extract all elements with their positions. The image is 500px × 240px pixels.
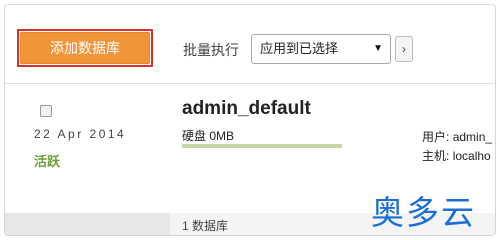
disk-value: 0MB: [209, 129, 235, 143]
watermark-logo: 奥多云: [371, 193, 476, 232]
user-label: 用户:: [422, 130, 450, 144]
database-created-date: 22 Apr 2014: [34, 127, 127, 141]
host-value: localho: [452, 149, 491, 163]
database-count: 1 数据库: [182, 219, 229, 233]
disk-usage-bar: [182, 144, 342, 148]
database-row-checkbox[interactable]: [40, 105, 52, 117]
database-name[interactable]: admin_default: [182, 98, 311, 120]
status-badge: 活跃: [34, 154, 61, 169]
disk-usage-label: 硬盘 0MB: [182, 127, 234, 144]
bulk-action-go-button[interactable]: ›: [395, 36, 413, 62]
toolbar: 添加数据库 批量执行 应用到已选择 ▼ ›: [5, 5, 495, 84]
bulk-action-select-value: 应用到已选择: [260, 41, 339, 56]
bulk-action-label: 批量执行: [183, 42, 239, 58]
disk-label: 硬盘: [182, 129, 207, 143]
database-user: 用户: admin_: [422, 128, 492, 145]
chevron-down-icon: ▼: [373, 43, 383, 54]
footer-left-band: [5, 213, 170, 235]
add-database-button[interactable]: 添加数据库: [20, 32, 150, 64]
bulk-action-select[interactable]: 应用到已选择 ▼: [251, 34, 391, 64]
database-host: 主机: localho: [422, 147, 491, 164]
user-value: admin_: [452, 130, 493, 144]
host-label: 主机:: [422, 149, 450, 163]
